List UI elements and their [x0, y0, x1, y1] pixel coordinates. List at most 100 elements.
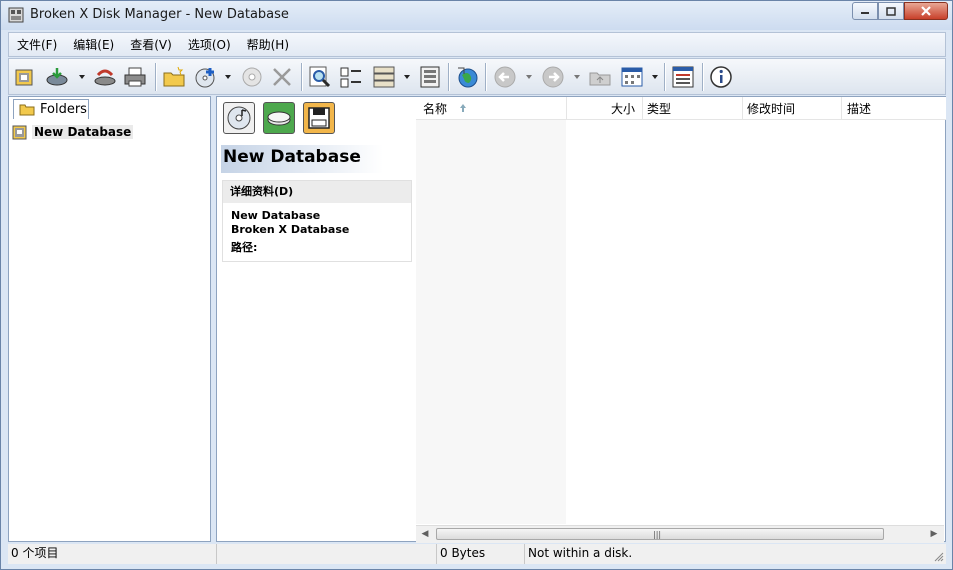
delete-icon	[273, 68, 291, 86]
view-mode-icon	[621, 67, 643, 87]
report-button[interactable]	[669, 63, 697, 91]
details-path-label: 路径:	[231, 241, 258, 254]
column-header-description[interactable]: 描述	[847, 100, 871, 117]
view-mode-button[interactable]	[618, 63, 646, 91]
database-icon	[12, 125, 27, 140]
menu-help[interactable]: 帮助(H)	[239, 34, 297, 56]
tree-item-new-database[interactable]: New Database	[12, 123, 134, 141]
resize-grip-icon[interactable]	[934, 552, 944, 562]
toolbar	[8, 58, 946, 95]
column-headers: 名称 大小 类型 修改时间 描述	[416, 97, 946, 120]
delete-button[interactable]	[268, 63, 296, 91]
properties-button[interactable]	[238, 63, 266, 91]
find-button[interactable]	[306, 63, 334, 91]
chevron-down-icon[interactable]	[651, 73, 659, 81]
menu-options[interactable]: 选项(O)	[180, 34, 239, 56]
up-folder-icon	[589, 72, 611, 86]
details-body: New Database Broken X Database 路径:	[223, 203, 411, 261]
floppy-button[interactable]	[303, 102, 335, 134]
menu-bar: 文件(F) 编辑(E) 查看(V) 选项(O) 帮助(H)	[8, 32, 946, 57]
list-view-button[interactable]	[337, 63, 365, 91]
chevron-down-icon[interactable]	[78, 73, 86, 81]
menu-view[interactable]: 查看(V)	[122, 34, 180, 56]
scan-disk-button[interactable]	[43, 63, 71, 91]
maximize-icon	[886, 6, 896, 16]
scroll-thumb[interactable]: |||	[436, 528, 884, 540]
folder-icon	[19, 104, 35, 116]
close-button[interactable]	[904, 2, 948, 20]
item-list-icon	[420, 66, 440, 88]
hard-disk-button[interactable]	[263, 102, 295, 134]
forward-button[interactable]	[539, 63, 567, 91]
toolbar-separator	[485, 63, 486, 91]
toolbar-separator	[301, 63, 302, 91]
chevron-down-icon[interactable]	[573, 73, 581, 81]
menu-edit[interactable]: 编辑(E)	[65, 34, 122, 56]
open-database-button[interactable]	[11, 63, 39, 91]
add-disk-button[interactable]	[192, 63, 220, 91]
tab-folders-label: Folders	[40, 102, 87, 117]
up-folder-button[interactable]	[586, 63, 614, 91]
folders-pane: Folders New Database	[8, 96, 211, 542]
properties-icon	[242, 67, 262, 87]
toolbar-separator	[702, 63, 703, 91]
column-header-size[interactable]: 大小	[611, 100, 635, 117]
sort-ascending-icon	[460, 104, 466, 112]
chevron-down-icon[interactable]	[525, 73, 533, 81]
back-icon	[494, 66, 516, 88]
print-button[interactable]	[121, 63, 149, 91]
file-list[interactable]: 名称 大小 类型 修改时间 描述 ◀ ||| ▶	[416, 96, 946, 543]
open-database-icon	[15, 69, 33, 86]
column-divider[interactable]	[742, 97, 743, 119]
web-button[interactable]	[453, 63, 481, 91]
horizontal-scrollbar[interactable]: ◀ ||| ▶	[416, 525, 944, 543]
menu-file[interactable]: 文件(F)	[9, 34, 65, 56]
eject-icon	[94, 69, 116, 86]
chevron-down-icon[interactable]	[403, 73, 411, 81]
status-empty-cell	[216, 544, 436, 564]
column-header-modified[interactable]: 修改时间	[747, 100, 795, 117]
details-view-icon	[373, 66, 395, 88]
caption-buttons	[852, 2, 948, 22]
toolbar-separator	[155, 63, 156, 91]
maximize-button[interactable]	[878, 2, 904, 20]
forward-icon	[542, 66, 564, 88]
floppy-icon	[308, 107, 330, 129]
column-divider[interactable]	[566, 97, 567, 119]
title-bar: Broken X Disk Manager - New Database	[1, 1, 952, 30]
minimize-button[interactable]	[852, 2, 878, 20]
new-folder-icon	[163, 66, 185, 87]
column-divider[interactable]	[841, 97, 842, 119]
eject-button[interactable]	[91, 63, 119, 91]
close-icon	[921, 6, 931, 16]
details-view-button[interactable]	[370, 63, 398, 91]
status-bar: 0 个项目 0 Bytes Not within a disk.	[8, 544, 946, 564]
scroll-left-icon[interactable]: ◀	[419, 528, 431, 540]
column-header-type[interactable]: 类型	[647, 100, 671, 117]
back-button[interactable]	[491, 63, 519, 91]
database-title: New Database	[221, 145, 383, 173]
item-list-button[interactable]	[416, 63, 444, 91]
status-item-count: 0 个项目	[11, 546, 59, 560]
toolbar-separator	[448, 63, 449, 91]
column-divider[interactable]	[642, 97, 643, 119]
status-size: 0 Bytes	[436, 544, 524, 564]
chevron-down-icon[interactable]	[224, 73, 232, 81]
about-icon	[710, 66, 732, 88]
details-header[interactable]: 详细资料(D)	[223, 181, 411, 203]
about-button[interactable]	[707, 63, 735, 91]
details-database-name: New Database	[231, 209, 321, 222]
tab-folders[interactable]: Folders	[13, 99, 89, 119]
scroll-right-icon[interactable]: ▶	[928, 528, 940, 540]
new-folder-button[interactable]	[160, 63, 188, 91]
column-header-name[interactable]: 名称	[423, 100, 447, 117]
tree-item-label: New Database	[32, 125, 134, 139]
info-pane: New Database 详细资料(D) New Database Broken…	[216, 96, 416, 542]
details-database-type: Broken X Database	[231, 223, 350, 236]
cd-button[interactable]	[223, 102, 255, 134]
list-view-icon	[340, 67, 361, 88]
cd-icon	[227, 106, 251, 130]
find-icon	[309, 66, 331, 88]
minimize-icon	[861, 12, 869, 14]
sorted-column-background	[416, 120, 566, 524]
